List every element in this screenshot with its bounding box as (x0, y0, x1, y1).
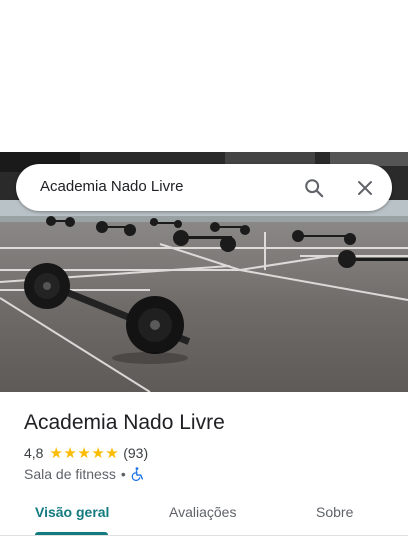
place-category[interactable]: Sala de fitness (24, 466, 116, 482)
rating-stars: ★ ★ ★ ★ ★ (49, 446, 119, 461)
star-icon: ★ (105, 444, 119, 462)
review-count[interactable]: (93) (123, 445, 148, 461)
search-query[interactable]: Academia Nado Livre (40, 178, 183, 196)
place-title: Academia Nado Livre (24, 411, 225, 434)
category-row: Sala de fitness • (24, 465, 144, 483)
blank-area (0, 0, 408, 152)
place-tabs: Visão geral Avaliações Sobre (0, 492, 408, 536)
wheelchair-icon[interactable] (131, 467, 144, 481)
close-icon (358, 181, 372, 195)
star-icon: ★ (49, 444, 63, 462)
tab-overview[interactable]: Visão geral (35, 504, 109, 520)
star-icon: ★ (77, 444, 91, 462)
rating-value: 4,8 (24, 445, 44, 461)
tabs-divider (0, 535, 408, 536)
separator-dot: • (120, 466, 126, 482)
rating-row[interactable]: 4,8 ★ ★ ★ ★ ★ (93) (24, 444, 148, 462)
close-button[interactable] (349, 172, 381, 204)
star-icon: ★ (63, 444, 77, 462)
search-icon (305, 179, 324, 198)
star-icon: ★ (91, 444, 105, 462)
search-bar[interactable]: Academia Nado Livre (16, 164, 392, 211)
tab-about[interactable]: Sobre (316, 504, 353, 520)
search-button[interactable] (298, 172, 330, 204)
tab-reviews[interactable]: Avaliações (169, 504, 236, 520)
